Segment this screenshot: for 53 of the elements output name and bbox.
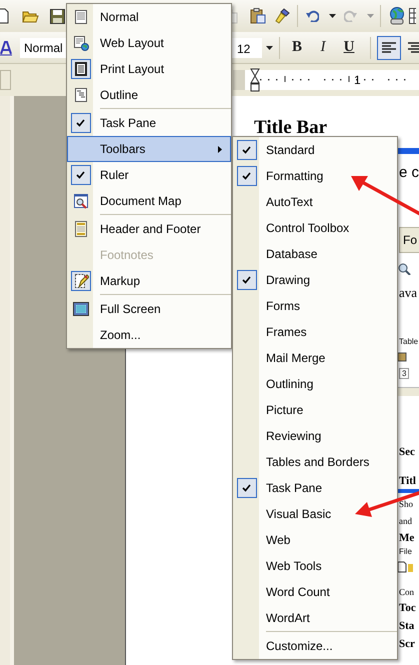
menu-fragment: Fo [399,227,419,253]
menu-item[interactable]: Web Layout [67,30,231,56]
menu-item[interactable]: Web [233,527,397,553]
menu-item[interactable]: Full Screen [67,296,231,322]
menu-item[interactable]: Outline [67,82,231,108]
menu-item[interactable]: Customize... [233,633,397,659]
document-text: Con [399,587,414,598]
bold-button[interactable]: B [286,36,308,60]
menu-item[interactable]: Word Count [233,579,397,605]
menu-fragment: File [399,547,412,556]
menu-item[interactable]: Task Pane [233,475,397,501]
menu-item[interactable]: Header and Footer [67,216,231,242]
document-text: e c [399,164,419,181]
menu-item[interactable]: Forms [233,293,397,319]
document-text: Sho [399,499,414,510]
menu-fragment: Table [399,337,418,346]
menu-item[interactable]: Formatting [233,163,397,189]
document-text: ava [399,285,418,300]
menu-item[interactable]: Visual Basic [233,501,397,527]
menu-item[interactable]: Database [233,241,397,267]
menu-item[interactable]: WordArt [233,605,397,631]
menu-item[interactable]: Zoom... [67,322,231,348]
menu-item[interactable]: Reviewing [233,423,397,449]
document-text: Scr [399,638,415,650]
submenu-item[interactable]: Toolbars [67,136,231,162]
document-text: Titl [399,475,416,487]
style-field[interactable]: Normal [20,38,66,58]
document-text: Sec [399,446,415,458]
document-text: and [399,516,412,527]
document-text: Sta [399,620,414,632]
menu-item[interactable]: Markup [67,268,231,294]
menu-item[interactable]: Outlining [233,371,397,397]
menu-item[interactable]: Web Tools [233,553,397,579]
menu-item[interactable]: Control Toolbox [233,215,397,241]
italic-button[interactable]: I [312,36,334,60]
document-text: Toc [399,602,416,614]
menu-item[interactable]: AutoText [233,189,397,215]
menu-item[interactable]: Task Pane [67,110,231,136]
ruler-number: 1 [354,73,361,87]
field-fragment: 3 [399,368,410,379]
document-text: Me [399,532,414,544]
menu-item[interactable]: Drawing [233,267,397,293]
underline-button[interactable]: U [338,36,360,60]
menu-item[interactable]: Ruler [67,162,231,188]
menu-item[interactable]: Frames [233,319,397,345]
menu-item[interactable]: Picture [233,397,397,423]
document-heading: Title Bar [254,117,328,139]
menu-item[interactable]: Document Map [67,188,231,214]
menu-item[interactable]: Mail Merge [233,345,397,371]
menu-item[interactable]: Print Layout [67,56,231,82]
menu-item[interactable]: Tables and Borders [233,449,397,475]
menu-item[interactable]: Standard [233,137,397,163]
font-size-field[interactable]: 12 [232,38,262,58]
